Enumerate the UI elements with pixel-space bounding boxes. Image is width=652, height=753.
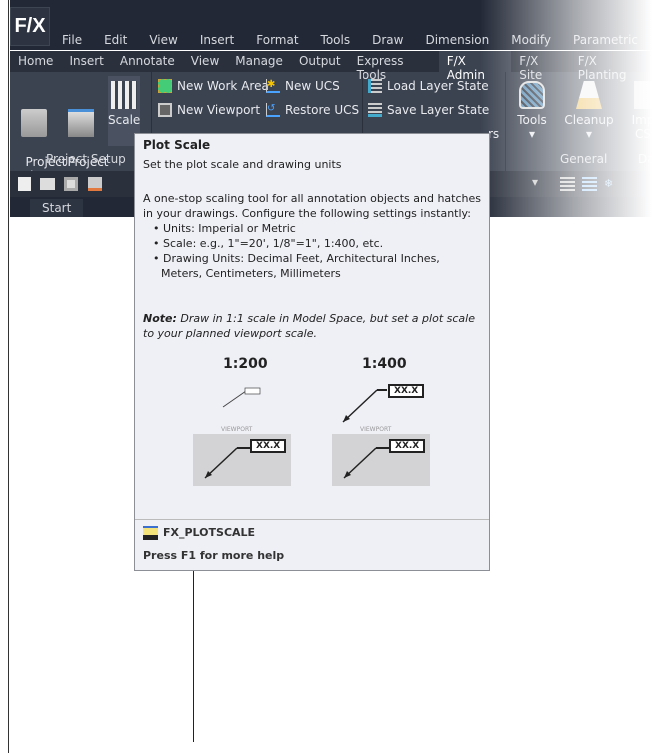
menu-view[interactable]: View (149, 33, 177, 47)
cleanup-broom-icon (576, 81, 602, 109)
open-folder-icon[interactable] (40, 178, 55, 190)
menu-tools[interactable]: Tools (321, 33, 351, 47)
load-layer-state-button[interactable]: Load Layer State (368, 79, 489, 93)
viewport-tag-2: XX.X (389, 439, 426, 453)
tools-dropdown-arrow: ▾ (528, 127, 536, 141)
menu-dimension[interactable]: Dimension (425, 33, 489, 47)
new-viewport-button[interactable]: New Viewport (158, 103, 260, 117)
menu-bar: File Edit View Insert Format Tools Draw … (62, 33, 652, 47)
folder-gear-icon (68, 109, 94, 137)
import-cs-button[interactable]: Imp CS (628, 81, 652, 141)
cleanup-dropdown-arrow: ▾ (585, 127, 593, 141)
save-as-icon[interactable] (88, 177, 102, 191)
new-ucs-button[interactable]: ✱ New UCS (266, 79, 340, 93)
import-icon (634, 81, 652, 109)
viewport-tag-1: XX.X (250, 439, 287, 453)
cleanup-button[interactable]: Cleanup ▾ (560, 81, 618, 141)
app-logo-button[interactable]: F/X (10, 7, 50, 46)
restore-ucs-icon: ↺ (266, 103, 280, 117)
scale-label-1-200: 1:200 (223, 356, 268, 372)
bullet-drawing-units: • Drawing Units: Decimal Feet, Architect… (153, 252, 440, 280)
viewport-icon (158, 103, 172, 117)
tab-manage[interactable]: Manage (227, 51, 291, 72)
scale-illustration (193, 387, 430, 486)
command-icon (143, 526, 158, 540)
viewport-label-1: VIEWPORT (221, 426, 253, 433)
ucs-icon: ✱ (266, 79, 280, 93)
plot-scale-tooltip: Plot Scale Set the plot scale and drawin… (134, 133, 490, 571)
tooltip-divider (135, 519, 489, 520)
panel-label-da: Da (638, 152, 652, 166)
load-layers-icon (368, 79, 382, 93)
tools-button[interactable]: Tools ▾ (510, 81, 554, 141)
tab-express-tools[interactable]: Express Tools (349, 51, 439, 82)
plot-scale-icon (111, 81, 137, 109)
folders-icon (21, 109, 47, 137)
viewport-label-2: VIEWPORT (360, 426, 392, 433)
menu-modify[interactable]: Modify (511, 33, 551, 47)
layer-tool-icon-1[interactable] (560, 177, 575, 191)
tab-output[interactable]: Output (291, 51, 349, 72)
window-edge (0, 0, 10, 753)
bullet-units: • Units: Imperial or Metric (153, 222, 296, 235)
menu-insert[interactable]: Insert (200, 33, 234, 47)
panel-label-project-setup: Project Setup (46, 152, 126, 166)
tab-fx-planting[interactable]: F/X Planting (570, 51, 652, 82)
tab-annotate[interactable]: Annotate (112, 51, 183, 72)
tools-brush-icon (519, 81, 545, 109)
tab-start[interactable]: Start (30, 199, 84, 217)
menu-file[interactable]: File (62, 33, 82, 47)
project-list-button[interactable]: Project List (14, 81, 67, 183)
scale-label-1-400: 1:400 (362, 356, 407, 372)
layer-freeze-icon[interactable]: ❄ (604, 177, 619, 191)
project-manager-button[interactable]: Project Manager (56, 81, 109, 183)
work-area-icon (158, 79, 172, 93)
menu-draw[interactable]: Draw (372, 33, 403, 47)
tab-view[interactable]: View (183, 51, 227, 72)
command-name: FX_PLOTSCALE (163, 526, 256, 539)
ribbon-tabs: Home Insert Annotate View Manage Output … (10, 51, 652, 82)
menu-format[interactable]: Format (256, 33, 298, 47)
tooltip-bullets: • Units: Imperial or Metric • Scale: e.g… (153, 221, 483, 281)
save-icon[interactable] (64, 177, 78, 191)
menu-parametric[interactable]: Parametric (573, 33, 638, 47)
bullet-scale: • Scale: e.g., 1"=20', 1/8"=1", 1:400, e… (153, 237, 384, 250)
leader-small (222, 387, 261, 408)
tab-insert[interactable]: Insert (61, 51, 111, 72)
new-file-icon[interactable] (18, 177, 31, 191)
tab-fx-site[interactable]: F/X Site (511, 51, 570, 82)
title-bar: F/X File Edit View Insert Format Tools D… (10, 0, 652, 50)
panel-label-general: General (560, 152, 608, 166)
save-layer-state-button[interactable]: Save Layer State (368, 103, 489, 117)
menu-edit[interactable]: Edit (104, 33, 127, 47)
leader-large (342, 389, 387, 423)
tab-home[interactable]: Home (10, 51, 61, 72)
layer-tool-icon-2[interactable] (582, 177, 597, 191)
tooltip-title: Plot Scale (143, 138, 211, 152)
tooltip-note: Note: Draw in 1:1 scale in Model Space, … (143, 312, 475, 340)
restore-ucs-button[interactable]: ↺ Restore UCS (266, 103, 359, 117)
tab-fx-admin[interactable]: F/X Admin (438, 51, 512, 82)
help-hint: Press F1 for more help (143, 549, 285, 562)
layer-dropdown-arrow[interactable]: ▾ (532, 175, 538, 189)
tag-large: XX.X (388, 384, 425, 398)
tooltip-description: A one-stop scaling tool for all annotati… (143, 192, 481, 220)
save-layers-icon (368, 103, 382, 117)
new-work-area-button[interactable]: New Work Area (158, 79, 269, 93)
tooltip-subtitle: Set the plot scale and drawing units (143, 158, 342, 171)
